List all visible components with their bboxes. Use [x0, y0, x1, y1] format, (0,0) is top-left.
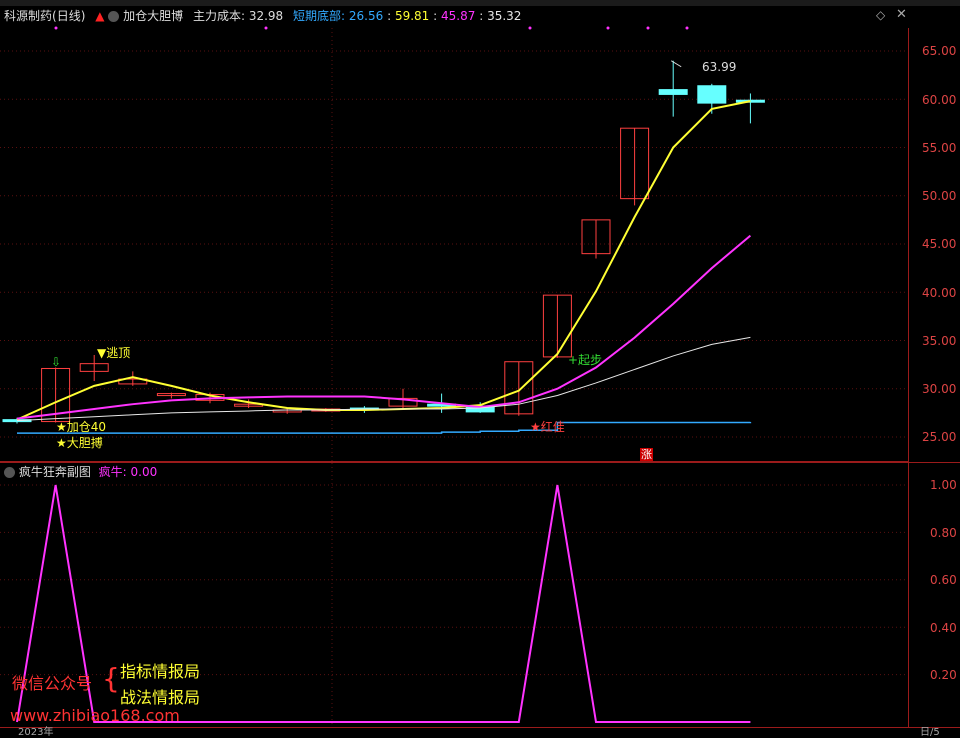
zhang-badge: 涨: [640, 448, 653, 461]
add-position-label: ★加仓40: [56, 420, 107, 434]
marker-dot: [264, 26, 268, 30]
kline-chart[interactable]: [0, 0, 960, 733]
start-step-label: +起步: [568, 353, 603, 367]
candle-body: [697, 85, 727, 104]
series-line-magenta: [16, 234, 752, 420]
marker-dot: [606, 26, 610, 30]
bold-bet-label: ★大胆搏: [56, 436, 103, 450]
marker-dot: [528, 26, 532, 30]
bottom-date-right: 日/5: [920, 727, 940, 738]
watermark-left: 微信公众号: [12, 674, 93, 693]
candle-body: [658, 89, 688, 95]
watermark-brace: {: [102, 662, 120, 695]
series-line-blue: [17, 421, 752, 434]
down-arrow-icon: ⇩: [51, 355, 62, 369]
marker-dot: [685, 26, 689, 30]
series-line-yellow: [16, 100, 751, 421]
escape-top-label: ▼逃顶: [97, 346, 131, 360]
high-price-label: 63.99: [702, 60, 737, 74]
bottom-date-left: 2023年: [18, 727, 54, 738]
watermark-line1: 指标情报局: [120, 662, 201, 681]
marker-dot: [646, 26, 650, 30]
watermark-line2: 战法情报局: [120, 688, 201, 707]
marker-dot: [54, 26, 58, 30]
watermark-url: www.zhibiao168.com: [10, 706, 180, 725]
red-star-label: ★红佳: [530, 420, 565, 434]
